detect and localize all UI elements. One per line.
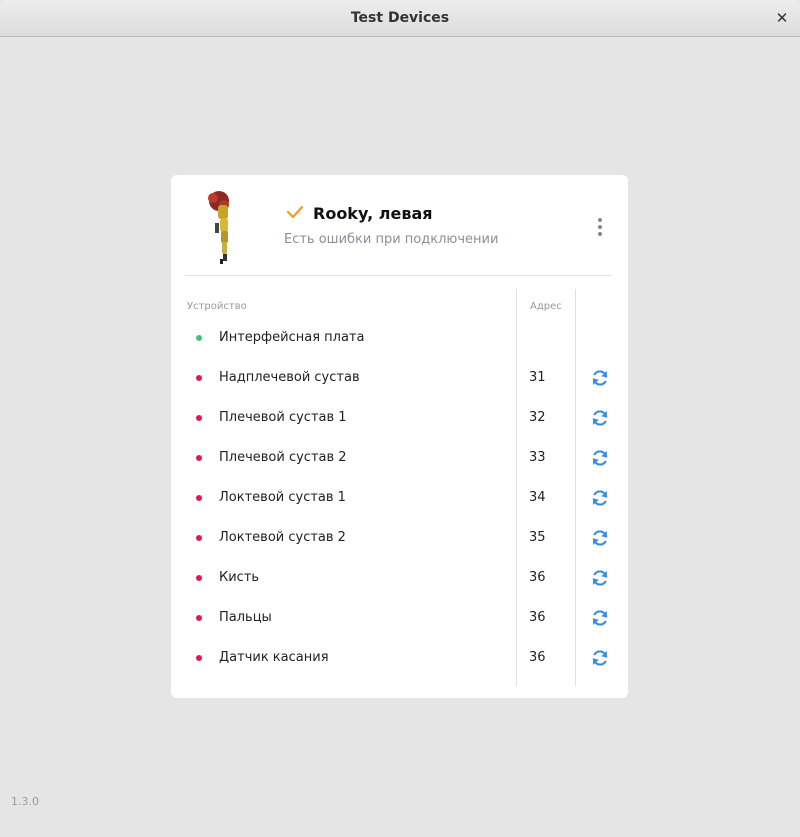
close-icon[interactable]: ✕ [772, 8, 792, 28]
status-dot-icon [196, 495, 202, 501]
row-device-name: Надплечевой сустав [219, 370, 360, 385]
row-device-name: Локтевой сустав 1 [219, 490, 346, 505]
row-address: 32 [529, 410, 546, 425]
row-device-name: Плечевой сустав 2 [219, 450, 347, 465]
status-dot-icon [196, 335, 202, 341]
status-dot-icon [196, 415, 202, 421]
row-address: 35 [529, 530, 546, 545]
column-header-device: Устройство [187, 301, 247, 312]
row-device-name: Локтевой сустав 2 [219, 530, 346, 545]
status-dot-icon [196, 575, 202, 581]
row-device-name: Датчик касания [219, 650, 329, 665]
table-row: Интерфейсная плата [171, 317, 628, 357]
status-dot-icon [196, 615, 202, 621]
header-divider [185, 275, 612, 276]
device-card: Rooky, левая Есть ошибки при подключении… [171, 175, 628, 698]
robot-arm-image [208, 191, 229, 264]
refresh-icon[interactable] [590, 528, 610, 548]
window-title: Test Devices [350, 10, 450, 26]
checkmark-icon [286, 205, 304, 219]
row-address: 36 [529, 650, 546, 665]
table-row: Плечевой сустав 2 33 [171, 437, 628, 477]
refresh-icon[interactable] [590, 408, 610, 428]
refresh-icon[interactable] [590, 368, 610, 388]
row-address: 33 [529, 450, 546, 465]
table-row: Локтевой сустав 2 35 [171, 517, 628, 557]
status-dot-icon [196, 375, 202, 381]
status-dot-icon [196, 535, 202, 541]
row-address: 36 [529, 610, 546, 625]
refresh-icon[interactable] [590, 568, 610, 588]
table-row: Пальцы 36 [171, 597, 628, 637]
row-device-name: Кисть [219, 570, 260, 585]
device-name: Rooky, левая [313, 204, 433, 223]
row-address: 34 [529, 490, 546, 505]
device-status: Есть ошибки при подключении [284, 232, 499, 247]
refresh-icon[interactable] [590, 608, 610, 628]
refresh-icon[interactable] [590, 448, 610, 468]
column-header-address: Адрес [530, 301, 562, 312]
row-address: 31 [529, 370, 546, 385]
window-titlebar: Test Devices ✕ [0, 0, 800, 37]
table-row: Локтевой сустав 1 34 [171, 477, 628, 517]
table-row: Надплечевой сустав 31 [171, 357, 628, 397]
table-row: Кисть 36 [171, 557, 628, 597]
app-version: 1.3.0 [11, 795, 39, 808]
row-device-name: Пальцы [219, 610, 272, 625]
row-address: 36 [529, 570, 546, 585]
status-dot-icon [196, 655, 202, 661]
row-device-name: Плечевой сустав 1 [219, 410, 347, 425]
refresh-icon[interactable] [590, 648, 610, 668]
row-device-name: Интерфейсная плата [219, 330, 365, 345]
table-row: Плечевой сустав 1 32 [171, 397, 628, 437]
table-row: Датчик касания 36 [171, 637, 628, 677]
status-dot-icon [196, 455, 202, 461]
refresh-icon[interactable] [590, 488, 610, 508]
more-menu-icon[interactable] [588, 215, 612, 239]
